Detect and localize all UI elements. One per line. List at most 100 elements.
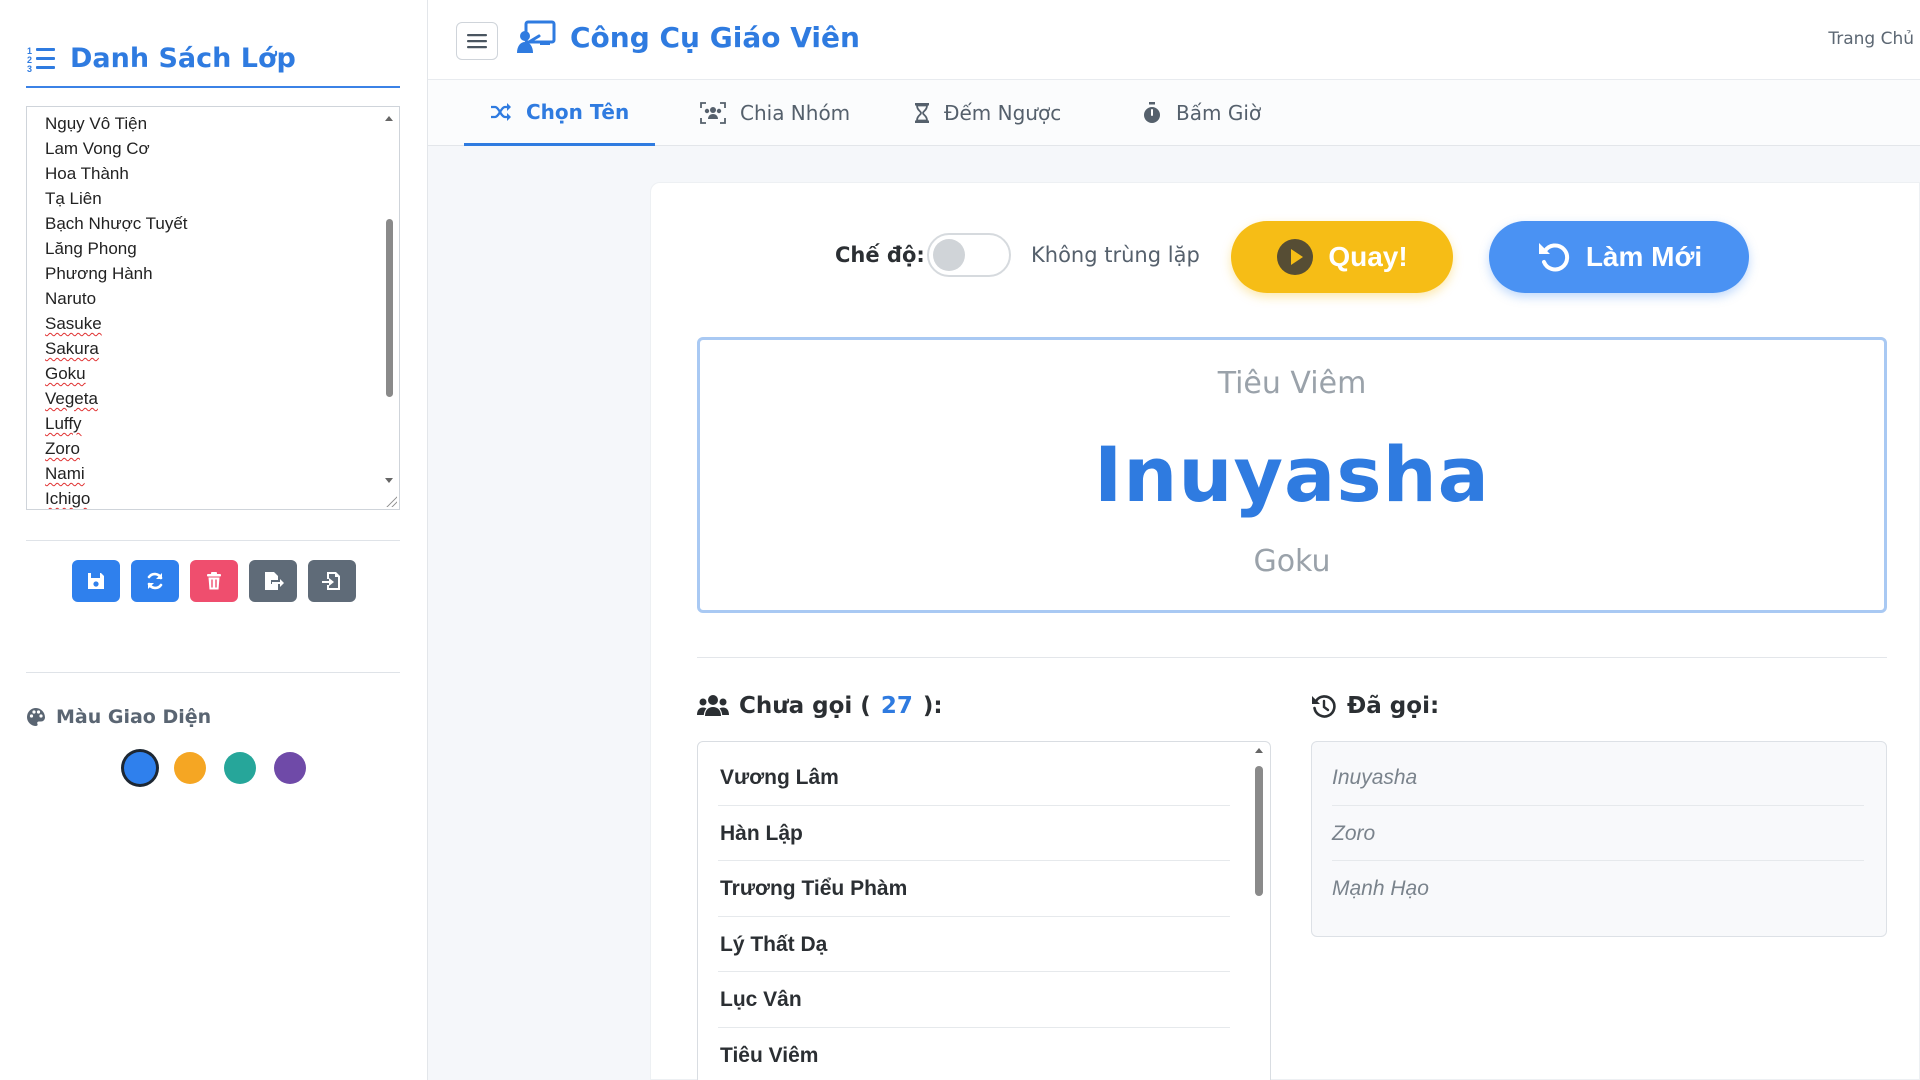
class-list-name: Tạ Liên — [45, 189, 102, 208]
class-list-name: Sakura — [45, 339, 99, 358]
pending-list-item: Lý Thất Dạ — [718, 917, 1230, 972]
called-list-item: Zoro — [1332, 806, 1864, 861]
teacher-board-icon — [517, 20, 556, 53]
sidebar-divider — [26, 540, 400, 541]
users-icon — [697, 695, 729, 716]
tab-stopwatch[interactable]: Bấm Giờ — [1116, 80, 1287, 146]
spin-button[interactable]: Quay! — [1231, 221, 1453, 293]
theme-swatches — [124, 752, 306, 784]
save-icon — [88, 573, 104, 589]
sidebar-divider — [26, 672, 400, 673]
tab-label: Đếm Ngược — [944, 101, 1062, 125]
pending-scrollbar[interactable] — [1252, 748, 1266, 1078]
class-list-name: Lam Vong Cơ — [45, 139, 150, 158]
class-list-name: Hoa Thành — [45, 164, 129, 183]
class-list-name: Goku — [45, 364, 86, 383]
app-title: Công Cụ Giáo Viên — [516, 20, 860, 54]
spin-button-label: Quay! — [1328, 241, 1408, 272]
called-label: Đã gọi: — [1347, 693, 1440, 719]
pending-list-item: Hàn Lập — [718, 806, 1230, 861]
pending-label-prefix: Chưa gọi ( — [739, 693, 871, 719]
class-list-name: Naruto — [45, 289, 97, 308]
scroll-thumb[interactable] — [386, 219, 393, 397]
export-icon — [265, 572, 284, 590]
hamburger-icon — [467, 34, 487, 49]
refresh-icon — [147, 572, 163, 590]
no-repeat-label: Không trùng lặp — [1031, 243, 1200, 267]
sidebar-title: Danh Sách Lớp — [70, 42, 296, 74]
list-toolbar — [72, 560, 356, 602]
scroll-down-icon[interactable] — [385, 478, 393, 483]
pending-list-box[interactable]: Vương Lâm Hàn Lập Trương Tiểu Phàm Lý Thất … — [697, 741, 1271, 1080]
palette-icon — [27, 708, 45, 726]
tab-label: Chia Nhóm — [740, 101, 851, 125]
pending-list-item: Lục Vân — [718, 972, 1230, 1028]
reset-button-label: Làm Mới — [1585, 241, 1703, 272]
theme-color-swatch[interactable] — [124, 752, 156, 784]
list-ordered-icon: 1 2 3 — [27, 46, 55, 73]
hourglass-icon — [915, 103, 929, 123]
save-button[interactable] — [72, 560, 120, 602]
called-list: Inuyasha Zoro Mạnh Hạo — [1332, 750, 1864, 917]
pending-heading: Chưa gọi ( 27 ): — [697, 693, 943, 719]
card-divider — [697, 657, 1887, 658]
theme-color-swatch[interactable] — [224, 752, 256, 784]
scroll-up-icon[interactable] — [385, 116, 393, 121]
pending-list-item: Trương Tiểu Phàm — [718, 861, 1230, 917]
called-heading: Đã gọi: — [1311, 693, 1439, 719]
svg-text:3: 3 — [27, 64, 32, 73]
import-button[interactable] — [308, 560, 356, 602]
class-list-scrollbar[interactable] — [379, 107, 399, 509]
class-list-name: Nami — [45, 464, 85, 483]
class-list-name: Lăng Phong — [45, 239, 137, 258]
toggle-knob — [933, 239, 965, 271]
home-link[interactable]: Trang Chủ — [1828, 29, 1914, 49]
resize-grip-icon[interactable] — [385, 495, 397, 507]
name-picker-card: Chế độ: Không trùng lặp Quay! Làm Mới Ti… — [650, 182, 1920, 1080]
selected-name: Inuyasha — [1094, 430, 1490, 519]
pending-label-suffix: ): — [922, 693, 943, 719]
menu-toggle-button[interactable] — [456, 22, 498, 60]
class-list-name: Ngụy Vô Tiện — [45, 114, 148, 133]
pending-list-item: Tiêu Viêm — [718, 1028, 1230, 1080]
tab-choose-name[interactable]: Chọn Tên — [464, 80, 656, 146]
tab-group-split[interactable]: Chia Nhóm — [674, 80, 876, 146]
group-icon — [700, 102, 726, 124]
class-list-textarea[interactable]: Ngụy Vô Tiện Lam Vong Cơ Hoa Thành Tạ Liên B… — [26, 106, 400, 510]
top-bar: Công Cụ Giáo Viên Trang Chủ — [428, 0, 1920, 80]
class-list-name: Phương Hành — [45, 264, 153, 283]
stopwatch-icon — [1144, 102, 1160, 123]
called-list-item: Inuyasha — [1332, 750, 1864, 806]
next-name: Goku — [1253, 544, 1331, 579]
pending-list: Vương Lâm Hàn Lập Trương Tiểu Phàm Lý Thất … — [718, 750, 1230, 1080]
export-button[interactable] — [249, 560, 297, 602]
shuffle-icon — [491, 102, 511, 121]
reset-button[interactable]: Làm Mới — [1489, 221, 1749, 293]
delete-button[interactable] — [190, 560, 238, 602]
tab-label: Bấm Giờ — [1176, 101, 1262, 125]
called-list-box: Inuyasha Zoro Mạnh Hạo — [1311, 741, 1887, 937]
app-title-text: Công Cụ Giáo Viên — [570, 20, 860, 54]
theme-section-title: Màu Giao Diện — [26, 706, 211, 728]
theme-color-swatch[interactable] — [274, 752, 306, 784]
class-list-name: Bạch Nhược Tuyết — [45, 214, 188, 233]
class-list-name: Sasuke — [45, 314, 102, 333]
sidebar-header: 1 2 3 Danh Sách Lớp — [26, 30, 400, 88]
theme-color-swatch[interactable] — [174, 752, 206, 784]
class-list-name: Zoro — [45, 439, 80, 458]
theme-title: Màu Giao Diện — [56, 706, 212, 728]
tab-countdown[interactable]: Đếm Ngược — [888, 80, 1087, 146]
class-list-names: Ngụy Vô Tiện Lam Vong Cơ Hoa Thành Tạ Liên B… — [45, 111, 377, 509]
class-list-name: Vegeta — [45, 389, 98, 408]
play-circle-icon — [1277, 239, 1314, 275]
sidebar: 1 2 3 Danh Sách Lớp Ngụy Vô Tiện Lam Vong… — [0, 0, 428, 1080]
pending-count: 27 — [880, 693, 913, 719]
trash-icon — [207, 572, 221, 590]
undo-icon — [1538, 243, 1569, 272]
tab-label: Chọn Tên — [526, 99, 630, 124]
scroll-thumb[interactable] — [1255, 766, 1263, 896]
reload-button[interactable] — [131, 560, 179, 602]
tool-tabs: Chọn Tên Chia Nhóm Đếm Ngược Bấm Giờ — [428, 80, 1920, 146]
scroll-up-icon[interactable] — [1255, 748, 1263, 753]
no-repeat-toggle[interactable] — [927, 233, 1011, 277]
